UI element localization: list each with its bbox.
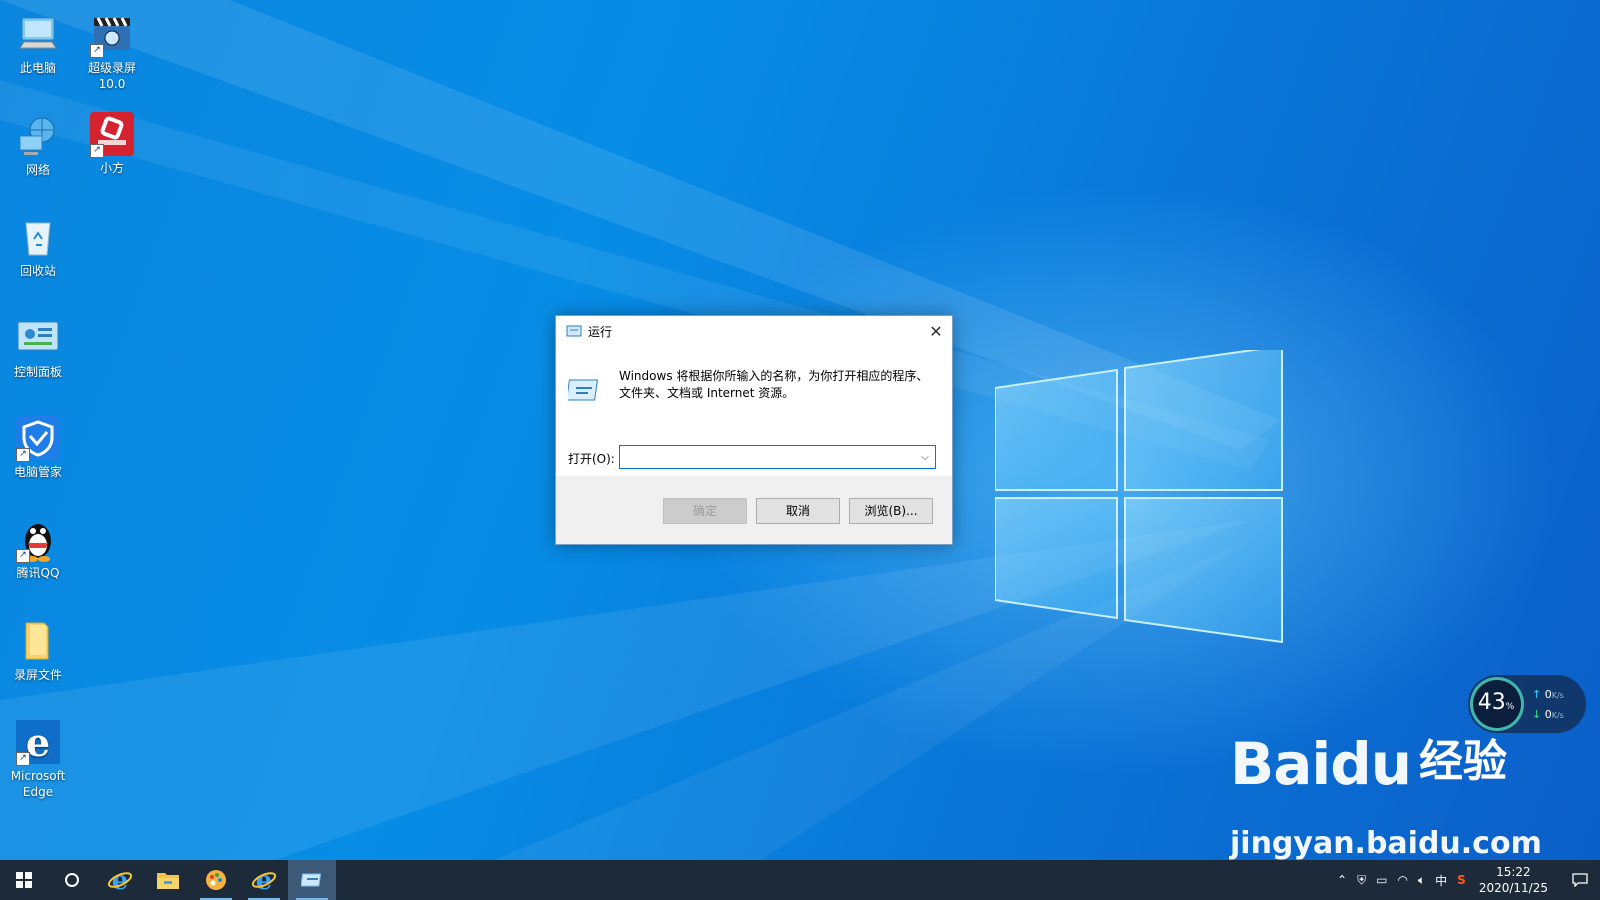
edge-icon: e ↗ <box>14 718 62 766</box>
desktop-icon-label: 控制面板 <box>13 365 62 379</box>
search-button[interactable] <box>48 860 96 900</box>
clock-time: 15:22 <box>1496 865 1531 879</box>
run-icon <box>566 325 582 337</box>
dialog-title: 运行 <box>588 324 613 339</box>
cortana-circle-icon <box>65 873 79 887</box>
internet-explorer-icon: e <box>251 867 277 893</box>
taskbar: e e ⌃ ⛨ ▭ ◠ 🔈︎ 中 S 15:22 2020/11/25 <box>0 860 1600 900</box>
dialog-description: Windows 将根据你所输入的名称，为你打开相应的程序、文件夹、文档或 Int… <box>619 369 929 400</box>
start-button[interactable] <box>0 860 48 900</box>
dialog-titlebar[interactable]: 运行 <box>556 316 952 346</box>
upload-speed: ↑ 0K/s <box>1532 688 1564 701</box>
svg-text:e: e <box>256 867 273 893</box>
desktop-icon-label: Microsoft Edge <box>10 769 66 799</box>
securities-app-icon: ↗ <box>88 110 136 158</box>
desktop-icon-label: 小方 <box>99 161 124 175</box>
ok-button[interactable]: 确定 <box>663 498 747 524</box>
computer-icon <box>14 10 62 58</box>
paint-palette-icon <box>206 870 226 890</box>
qq-penguin-icon: ↗ <box>14 515 62 563</box>
clock[interactable]: 15:22 2020/11/25 <box>1479 864 1548 896</box>
clapperboard-icon: ↗ <box>88 10 136 58</box>
close-icon[interactable]: ✕ <box>920 316 952 346</box>
clock-date: 2020/11/25 <box>1478 881 1548 895</box>
desktop-icon-recycle-bin[interactable]: 回收站 <box>3 213 73 279</box>
watermark-suffix: 经验 <box>1419 736 1508 787</box>
open-label: 打开(O): <box>568 452 615 466</box>
folder-icon <box>157 873 179 889</box>
desktop-icon-screen-recorder[interactable]: ↗ 超级录屏 10.0 <box>77 10 147 92</box>
memory-percent: 43% <box>1477 690 1515 715</box>
browse-button[interactable]: 浏览(B)... <box>849 498 933 524</box>
desktop-icon-label: 网络 <box>25 163 50 177</box>
desktop-icon-edge[interactable]: e ↗ Microsoft Edge <box>3 718 73 800</box>
svg-text:e: e <box>112 867 129 893</box>
desktop-icon-recordings-folder[interactable]: 录屏文件 <box>3 617 73 683</box>
windows-logo-wallpaper <box>995 350 1283 644</box>
desktop-icon-label: 此电脑 <box>19 61 56 75</box>
volume-icon[interactable]: 🔈︎ <box>1418 873 1425 888</box>
ime-indicator[interactable]: 中 <box>1435 872 1447 889</box>
taskbar-ie-2[interactable]: e <box>240 860 288 900</box>
folder-icon <box>14 617 62 665</box>
desktop-icon-this-pc[interactable]: 此电脑 <box>3 10 73 76</box>
internet-explorer-icon: e <box>107 867 133 893</box>
notification-center-button[interactable] <box>1560 860 1600 900</box>
run-program-icon <box>568 379 599 401</box>
dialog-footer: 确定 取消 浏览(B)... <box>556 476 952 544</box>
notification-icon <box>1572 873 1588 887</box>
security-icon[interactable]: ⛨ <box>1357 873 1366 888</box>
desktop-icon-qq[interactable]: ↗ 腾讯QQ <box>3 515 73 581</box>
chevron-down-icon[interactable]: ⌵ <box>917 448 933 466</box>
desktop-icon-xiaofang[interactable]: ↗ 小方 <box>77 110 147 176</box>
download-speed: ↓ 0K/s <box>1532 708 1564 721</box>
taskbar-paint[interactable] <box>192 860 240 900</box>
desktop-icon-pc-manager[interactable]: ↗ 电脑管家 <box>3 414 73 480</box>
run-icon <box>301 873 322 887</box>
watermark-brand: Baidu <box>1230 730 1412 798</box>
shield-icon: ↗ <box>14 414 62 462</box>
battery-icon[interactable]: ▭ <box>1376 873 1387 887</box>
cancel-button[interactable]: 取消 <box>756 498 840 524</box>
recycle-bin-icon <box>14 213 62 261</box>
desktop-icon-network[interactable]: 网络 <box>3 112 73 178</box>
windows-start-icon <box>16 872 32 888</box>
sogou-ime-icon[interactable]: S <box>1457 873 1466 887</box>
open-input[interactable] <box>624 448 918 468</box>
taskbar-file-explorer[interactable] <box>144 860 192 900</box>
chevron-up-icon[interactable]: ⌃ <box>1337 873 1347 887</box>
desktop-icon-control-panel[interactable]: 控制面板 <box>3 314 73 380</box>
run-dialog: 运行 ✕ Windows 将根据你所输入的名称，为你打开相应的程序、文件夹、文档… <box>555 315 953 545</box>
desktop-icon-label: 录屏文件 <box>13 668 62 682</box>
baidu-watermark: Baidu 经验 <box>1230 725 1507 798</box>
desktop-icon-label: 回收站 <box>19 264 56 278</box>
system-tray: ⌃ ⛨ ▭ ◠ 🔈︎ 中 S 15:22 2020/11/25 <box>1332 860 1600 900</box>
arrow-down-icon: ↓ <box>1532 708 1542 721</box>
wifi-icon[interactable]: ◠ <box>1397 873 1407 887</box>
arrow-up-icon: ↑ <box>1532 688 1542 701</box>
control-panel-icon <box>14 314 62 362</box>
open-combobox[interactable]: ⌵ <box>619 445 936 469</box>
desktop-icon-label: 腾讯QQ <box>16 566 60 580</box>
watermark-url: jingyan.baidu.com <box>1230 826 1542 861</box>
taskbar-ie[interactable]: e <box>96 860 144 900</box>
network-globe-icon <box>14 112 62 160</box>
desktop-icon-label: 电脑管家 <box>13 465 62 479</box>
desktop-icon-label: 超级录屏 10.0 <box>87 61 136 91</box>
taskbar-run[interactable] <box>288 860 336 900</box>
